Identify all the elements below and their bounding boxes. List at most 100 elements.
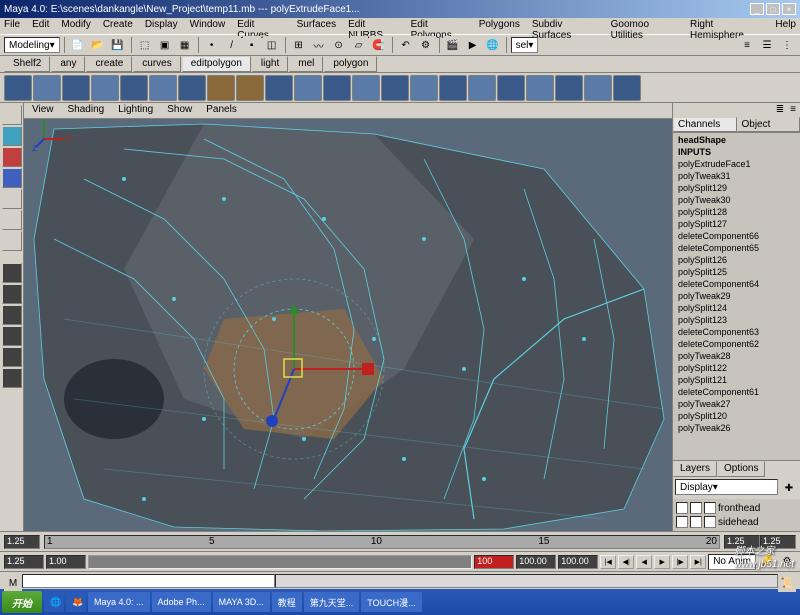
input-node[interactable]: polyTweak29 bbox=[674, 290, 799, 302]
vp-menu-shading[interactable]: Shading bbox=[68, 104, 105, 117]
render-icon[interactable]: 🎬 bbox=[444, 36, 462, 54]
snap-curve-icon[interactable]: 〰 bbox=[310, 36, 328, 54]
layer-color-swatch[interactable] bbox=[704, 502, 716, 514]
layer-vis-toggle[interactable] bbox=[676, 502, 688, 514]
shelf-tab-shelf2[interactable]: Shelf2 bbox=[4, 56, 50, 72]
layers-options-tab[interactable]: Options bbox=[717, 461, 765, 477]
shelf-tab-polygon[interactable]: polygon bbox=[324, 56, 377, 72]
vp-menu-show[interactable]: Show bbox=[167, 104, 192, 117]
input-node[interactable]: polySplit129 bbox=[674, 182, 799, 194]
menu-editcurves[interactable]: Edit Curves bbox=[237, 19, 284, 33]
play-back-button[interactable]: ◀ bbox=[636, 555, 652, 569]
layer-name[interactable]: fronthead bbox=[718, 503, 760, 514]
layer-display-dropdown[interactable]: Display ▾ bbox=[675, 479, 778, 495]
input-node[interactable]: polySplit123 bbox=[674, 314, 799, 326]
time-start-field[interactable]: 1.25 bbox=[4, 535, 40, 549]
history-icon[interactable]: ↶ bbox=[397, 36, 415, 54]
shelf-icon[interactable] bbox=[178, 75, 206, 101]
input-node[interactable]: deleteComponent64 bbox=[674, 278, 799, 290]
command-input[interactable] bbox=[22, 574, 275, 588]
shape-node[interactable]: headShape bbox=[674, 134, 799, 146]
input-node[interactable]: polySplit125 bbox=[674, 266, 799, 278]
outliner-layout-icon[interactable] bbox=[2, 368, 22, 388]
menu-create[interactable]: Create bbox=[103, 19, 133, 33]
input-node[interactable]: deleteComponent65 bbox=[674, 242, 799, 254]
minimize-button[interactable]: _ bbox=[750, 3, 764, 15]
rotate-tool[interactable] bbox=[2, 168, 22, 188]
anim-end-field[interactable]: 100.00 bbox=[516, 555, 556, 569]
two-pane-h-icon[interactable] bbox=[2, 305, 22, 325]
input-node[interactable]: polyTweak30 bbox=[674, 194, 799, 206]
mode-dropdown[interactable]: Modeling ▾ bbox=[4, 37, 60, 53]
sel-input[interactable]: sel ▾ bbox=[511, 37, 539, 53]
script-editor-icon[interactable]: 📜 bbox=[778, 574, 796, 592]
mask-uv-icon[interactable]: ◫ bbox=[263, 36, 281, 54]
task-item[interactable]: Maya 4.0: ... bbox=[88, 592, 150, 612]
lasso-tool[interactable] bbox=[2, 126, 22, 146]
input-node[interactable]: polySplit120 bbox=[674, 410, 799, 422]
toggle-attr-icon[interactable]: ☰ bbox=[758, 36, 776, 54]
shelf-tab-any[interactable]: any bbox=[51, 56, 85, 72]
shelf-icon[interactable] bbox=[439, 75, 467, 101]
select-tool[interactable] bbox=[2, 105, 22, 125]
toggle-panel-icon[interactable]: ≡ bbox=[738, 36, 756, 54]
maximize-button[interactable]: □ bbox=[766, 3, 780, 15]
range-track[interactable] bbox=[88, 555, 472, 569]
shelf-icon[interactable] bbox=[149, 75, 177, 101]
shelf-icon[interactable] bbox=[410, 75, 438, 101]
forward-button[interactable]: ▶| bbox=[690, 555, 706, 569]
shelf-tab-light[interactable]: light bbox=[252, 56, 288, 72]
four-pane-icon[interactable] bbox=[2, 284, 22, 304]
menu-editpolygons[interactable]: Edit Polygons bbox=[411, 19, 467, 33]
channel-icon[interactable]: ≡ bbox=[790, 104, 796, 116]
vp-menu-panels[interactable]: Panels bbox=[206, 104, 237, 117]
menu-righthemi[interactable]: Right Hemisphere bbox=[690, 19, 763, 33]
shelf-icon[interactable] bbox=[4, 75, 32, 101]
task-item[interactable]: MAYA 3D... bbox=[213, 592, 270, 612]
scale-tool[interactable] bbox=[2, 189, 22, 209]
input-node[interactable]: polyExtrudeFace1 bbox=[674, 158, 799, 170]
shelf-icon[interactable] bbox=[294, 75, 322, 101]
input-node[interactable]: deleteComponent61 bbox=[674, 386, 799, 398]
shelf-icon[interactable] bbox=[120, 75, 148, 101]
magnet-icon[interactable]: 🧲 bbox=[370, 36, 388, 54]
input-node[interactable]: polyTweak27 bbox=[674, 398, 799, 410]
menu-display[interactable]: Display bbox=[145, 19, 178, 33]
input-node[interactable]: deleteComponent63 bbox=[674, 326, 799, 338]
vp-menu-view[interactable]: View bbox=[32, 104, 54, 117]
select-hier-icon[interactable]: ⬚ bbox=[136, 36, 154, 54]
time-slider-track[interactable]: 15101520 bbox=[44, 535, 720, 549]
start-button[interactable]: 开始 bbox=[2, 591, 42, 613]
vp-menu-lighting[interactable]: Lighting bbox=[118, 104, 153, 117]
task-item[interactable]: TOUCH漫... bbox=[361, 592, 421, 612]
shelf-icon[interactable] bbox=[207, 75, 235, 101]
shelf-icon[interactable] bbox=[91, 75, 119, 101]
menu-help[interactable]: Help bbox=[775, 19, 796, 33]
shelf-tab-editpolygon[interactable]: editpolygon bbox=[182, 56, 251, 72]
menu-modify[interactable]: Modify bbox=[61, 19, 90, 33]
input-node[interactable]: deleteComponent62 bbox=[674, 338, 799, 350]
open-scene-icon[interactable]: 📂 bbox=[89, 36, 107, 54]
input-node[interactable]: polySplit127 bbox=[674, 218, 799, 230]
play-button[interactable]: ▶ bbox=[654, 555, 670, 569]
layer-row[interactable]: fronthead bbox=[675, 501, 798, 515]
snap-plane-icon[interactable]: ▱ bbox=[350, 36, 368, 54]
menu-editnurbs[interactable]: Edit NURBS bbox=[348, 19, 398, 33]
quicklaunch-icon[interactable]: 🦊 bbox=[66, 592, 86, 612]
shelf-icon[interactable] bbox=[584, 75, 612, 101]
snap-grid-icon[interactable]: ⊞ bbox=[290, 36, 308, 54]
menu-goomoo[interactable]: Goomoo Utilities bbox=[611, 19, 678, 33]
input-node[interactable]: polySplit128 bbox=[674, 206, 799, 218]
time-slider[interactable]: 1.25 15101520 1.25 1.25 bbox=[0, 531, 800, 551]
layer-row[interactable]: sidehead bbox=[675, 515, 798, 529]
step-back-button[interactable]: ◀| bbox=[618, 555, 634, 569]
shelf-icon[interactable] bbox=[526, 75, 554, 101]
shelf-icon[interactable] bbox=[497, 75, 525, 101]
mask-edge-icon[interactable]: / bbox=[223, 36, 241, 54]
shelf-tab-mel[interactable]: mel bbox=[289, 56, 323, 72]
channel-list[interactable]: headShape INPUTS polyExtrudeFace1polyTwe… bbox=[673, 133, 800, 460]
two-pane-v-icon[interactable] bbox=[2, 326, 22, 346]
shelf-icon[interactable] bbox=[33, 75, 61, 101]
anim-start-field[interactable]: 1.00 bbox=[46, 555, 86, 569]
three-pane-icon[interactable] bbox=[2, 347, 22, 367]
